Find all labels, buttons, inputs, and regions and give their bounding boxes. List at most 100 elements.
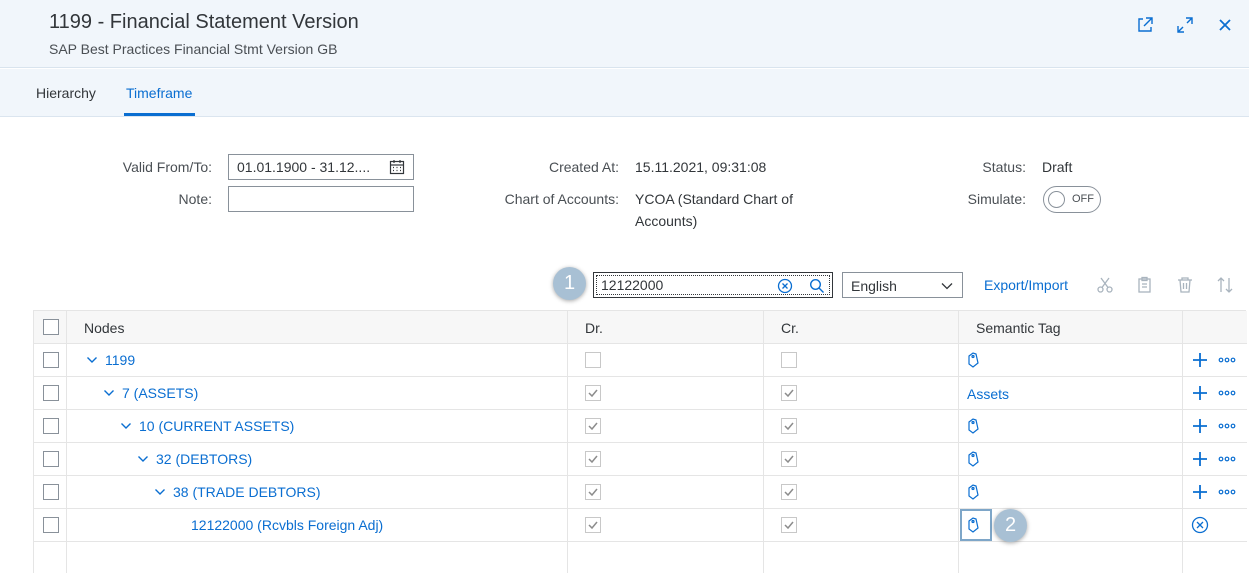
row-select-checkbox[interactable] xyxy=(43,385,59,401)
node-label[interactable]: 7 (ASSETS) xyxy=(122,385,198,401)
column-header-cr: Cr. xyxy=(781,320,799,336)
row-select-checkbox[interactable] xyxy=(43,352,59,368)
node-label[interactable]: 12122000 (Rcvbls Foreign Adj) xyxy=(191,517,383,533)
row-select-checkbox[interactable] xyxy=(43,517,59,533)
cr-checkbox[interactable] xyxy=(781,385,797,401)
table-row[interactable]: 32 (DEBTORS) xyxy=(34,443,1247,476)
tab-hierarchy[interactable]: Hierarchy xyxy=(36,85,96,101)
toggle-knob xyxy=(1048,191,1065,208)
collapse-chevron-icon[interactable] xyxy=(135,451,151,467)
tab-selected-indicator xyxy=(124,113,195,116)
chart-of-accounts-value-line2: Accounts) xyxy=(635,213,698,229)
simulate-label: Simulate: xyxy=(967,191,1026,207)
chevron-down-icon xyxy=(940,279,954,298)
more-options-icon[interactable] xyxy=(1217,450,1237,468)
node-label[interactable]: 32 (DEBTORS) xyxy=(156,451,252,467)
table-row[interactable]: 1199 xyxy=(34,344,1247,377)
note-label: Note: xyxy=(178,191,212,207)
close-icon[interactable] xyxy=(1214,14,1236,36)
dr-checkbox[interactable] xyxy=(585,418,601,434)
table-row[interactable]: 12122000 (Rcvbls Foreign Adj) xyxy=(34,509,1247,542)
tab-timeframe[interactable]: Timeframe xyxy=(126,85,192,101)
add-icon[interactable] xyxy=(1191,351,1209,369)
dr-checkbox[interactable] xyxy=(585,385,601,401)
semantic-tag-icon[interactable] xyxy=(966,418,982,434)
language-select[interactable]: English xyxy=(842,272,963,298)
semantic-tag-icon[interactable] xyxy=(966,517,982,533)
semantic-tag-icon[interactable] xyxy=(966,451,982,467)
paste-icon[interactable] xyxy=(1135,275,1155,295)
node-label[interactable]: 38 (TRADE DEBTORS) xyxy=(173,484,321,500)
more-options-icon[interactable] xyxy=(1217,417,1237,435)
add-icon[interactable] xyxy=(1191,384,1209,402)
hierarchy-table: Nodes Dr. Cr. Semantic Tag 1199 7 (ASSET… xyxy=(33,310,1247,573)
callout-badge-2: 2 xyxy=(994,509,1027,542)
created-at-value: 15.11.2021, 09:31:08 xyxy=(635,159,767,175)
language-select-value: English xyxy=(851,278,897,294)
valid-from-to-field[interactable]: 01.01.1900 - 31.12.... xyxy=(228,154,414,180)
status-label: Status: xyxy=(982,159,1026,175)
cr-checkbox[interactable] xyxy=(781,352,797,368)
search-input-value: 12122000 xyxy=(601,277,664,293)
row-select-checkbox[interactable] xyxy=(43,484,59,500)
table-row[interactable]: 38 (TRADE DEBTORS) xyxy=(34,476,1247,509)
created-at-label: Created At: xyxy=(548,159,619,175)
column-header-nodes: Nodes xyxy=(84,320,125,336)
simulate-toggle[interactable]: OFF xyxy=(1043,186,1101,213)
table-row[interactable]: 10 (CURRENT ASSETS) xyxy=(34,410,1247,443)
column-header-semantic-tag: Semantic Tag xyxy=(976,320,1061,336)
valid-from-to-label: Valid From/To: xyxy=(122,159,212,175)
row-select-checkbox[interactable] xyxy=(43,451,59,467)
column-header-dr: Dr. xyxy=(585,320,603,336)
valid-from-to-value: 01.01.1900 - 31.12.... xyxy=(237,159,371,175)
row-select-checkbox[interactable] xyxy=(43,418,59,434)
cr-checkbox[interactable] xyxy=(781,418,797,434)
cr-checkbox[interactable] xyxy=(781,517,797,533)
clear-icon[interactable] xyxy=(776,277,794,295)
add-icon[interactable] xyxy=(1191,483,1209,501)
dialog-header: 1199 - Financial Statement Version SAP B… xyxy=(0,0,1249,68)
share-icon[interactable] xyxy=(1134,14,1156,36)
page-subtitle: SAP Best Practices Financial Stmt Versio… xyxy=(49,41,338,57)
cut-icon[interactable] xyxy=(1095,275,1115,295)
calendar-icon[interactable] xyxy=(389,159,405,178)
chart-of-accounts-label: Chart of Accounts: xyxy=(504,191,619,207)
dr-checkbox[interactable] xyxy=(585,451,601,467)
note-field[interactable] xyxy=(228,186,414,212)
more-options-icon[interactable] xyxy=(1217,351,1237,369)
dr-checkbox[interactable] xyxy=(585,352,601,368)
more-options-icon[interactable] xyxy=(1217,384,1237,402)
remove-icon[interactable] xyxy=(1191,516,1209,534)
tab-bar: Hierarchy Timeframe xyxy=(0,69,1249,117)
add-icon[interactable] xyxy=(1191,417,1209,435)
table-header: Nodes Dr. Cr. Semantic Tag xyxy=(34,311,1247,344)
page-title: 1199 - Financial Statement Version xyxy=(49,11,359,33)
cr-checkbox[interactable] xyxy=(781,484,797,500)
collapse-chevron-icon[interactable] xyxy=(118,418,134,434)
simulate-toggle-text: OFF xyxy=(1072,193,1094,205)
node-label[interactable]: 1199 xyxy=(105,352,135,368)
collapse-chevron-icon[interactable] xyxy=(101,385,117,401)
dr-checkbox[interactable] xyxy=(585,484,601,500)
node-label[interactable]: 10 (CURRENT ASSETS) xyxy=(139,418,294,434)
search-input[interactable]: 12122000 xyxy=(593,272,833,298)
sort-icon[interactable] xyxy=(1215,275,1235,295)
add-icon[interactable] xyxy=(1191,450,1209,468)
cr-checkbox[interactable] xyxy=(781,451,797,467)
dr-checkbox[interactable] xyxy=(585,517,601,533)
delete-icon[interactable] xyxy=(1175,275,1195,295)
chart-of-accounts-value-line1: YCOA (Standard Chart of xyxy=(635,191,793,207)
more-options-icon[interactable] xyxy=(1217,483,1237,501)
collapse-chevron-icon[interactable] xyxy=(152,484,168,500)
callout-badge-1: 1 xyxy=(553,267,586,300)
select-all-checkbox[interactable] xyxy=(43,319,59,335)
semantic-tag-icon[interactable] xyxy=(966,352,982,368)
export-import-button[interactable]: Export/Import xyxy=(984,277,1068,293)
search-icon[interactable] xyxy=(808,277,826,295)
fullscreen-icon[interactable] xyxy=(1174,14,1196,36)
collapse-chevron-icon[interactable] xyxy=(84,352,100,368)
semantic-tag-link[interactable]: Assets xyxy=(967,386,1009,402)
semantic-tag-icon[interactable] xyxy=(966,484,982,500)
status-value: Draft xyxy=(1042,159,1073,175)
table-row[interactable]: 7 (ASSETS) Assets xyxy=(34,377,1247,410)
